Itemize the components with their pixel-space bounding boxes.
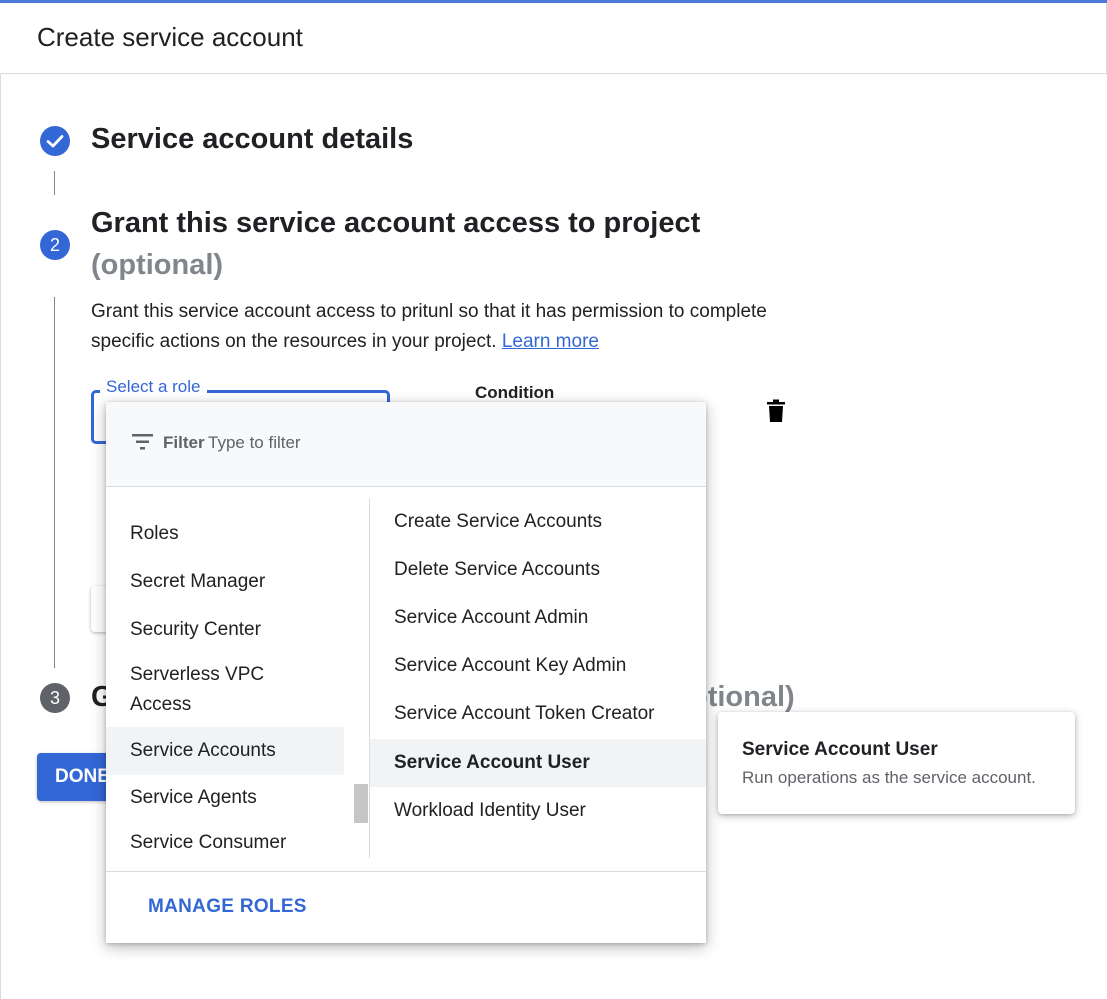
- category-list: Roles Secret Manager Security Center Ser…: [106, 498, 368, 858]
- role-item-service-account-user[interactable]: Service Account User: [370, 739, 706, 787]
- role-tooltip: Service Account User Run operations as t…: [718, 712, 1075, 814]
- role-item-service-account-token-creator[interactable]: Service Account Token Creator: [370, 690, 706, 738]
- manage-roles-button[interactable]: MANAGE ROLES: [148, 896, 307, 918]
- step-2-title: Grant this service account access to pro…: [91, 207, 701, 239]
- step-connector-2: [54, 297, 55, 668]
- category-item-roles[interactable]: Roles: [106, 519, 344, 549]
- filter-icon: [132, 434, 153, 450]
- tooltip-title: Service Account User: [742, 739, 938, 760]
- step-1-title[interactable]: Service account details: [91, 123, 413, 156]
- role-item-service-account-admin[interactable]: Service Account Admin: [370, 594, 706, 642]
- role-item-delete-service-accounts[interactable]: Delete Service Accounts: [370, 546, 706, 594]
- role-dropdown-panel: Filter Roles Secret Manager Security Cen…: [106, 402, 706, 943]
- filter-label: Filter: [163, 433, 205, 452]
- category-item-service-agents[interactable]: Service Agents: [106, 783, 344, 813]
- tooltip-description: Run operations as the service account.: [742, 768, 1036, 787]
- category-item-secret-manager[interactable]: Secret Manager: [106, 567, 344, 597]
- role-item-create-service-accounts[interactable]: Create Service Accounts: [370, 498, 706, 546]
- left-border: [0, 74, 1, 999]
- step-2-description: Grant this service account access to pri…: [91, 297, 811, 357]
- check-icon: [46, 135, 64, 148]
- learn-more-link[interactable]: Learn more: [502, 331, 599, 352]
- page-title: Create service account: [37, 22, 303, 52]
- step-3-badge: 3: [40, 683, 70, 713]
- page-header: Create service account: [0, 3, 1107, 74]
- condition-label: Condition: [475, 383, 555, 402]
- role-item-workload-identity-user[interactable]: Workload Identity User: [370, 787, 706, 835]
- trash-icon[interactable]: [765, 399, 787, 423]
- panel-footer-divider: [106, 871, 706, 872]
- filter-input[interactable]: [208, 430, 508, 456]
- step-2-optional-label: (optional): [91, 249, 224, 281]
- description-text: Grant this service account access to pri…: [91, 301, 767, 352]
- filter-bar: Filter: [106, 402, 706, 487]
- step-connector-1: [54, 171, 55, 195]
- step-2-badge: 2: [40, 230, 70, 260]
- role-list: Create Service Accounts Delete Service A…: [370, 498, 706, 858]
- role-select-label: Select a role: [100, 377, 207, 397]
- category-scrollbar[interactable]: [354, 784, 368, 823]
- category-item-service-consumer[interactable]: Service Consumer: [106, 828, 344, 858]
- category-item-service-accounts[interactable]: Service Accounts: [106, 727, 344, 775]
- role-item-service-account-key-admin[interactable]: Service Account Key Admin: [370, 642, 706, 690]
- category-item-security-center[interactable]: Security Center: [106, 615, 344, 645]
- step-1-complete-badge: [40, 126, 70, 156]
- category-item-serverless-vpc-access[interactable]: Serverless VPC Access: [106, 660, 306, 720]
